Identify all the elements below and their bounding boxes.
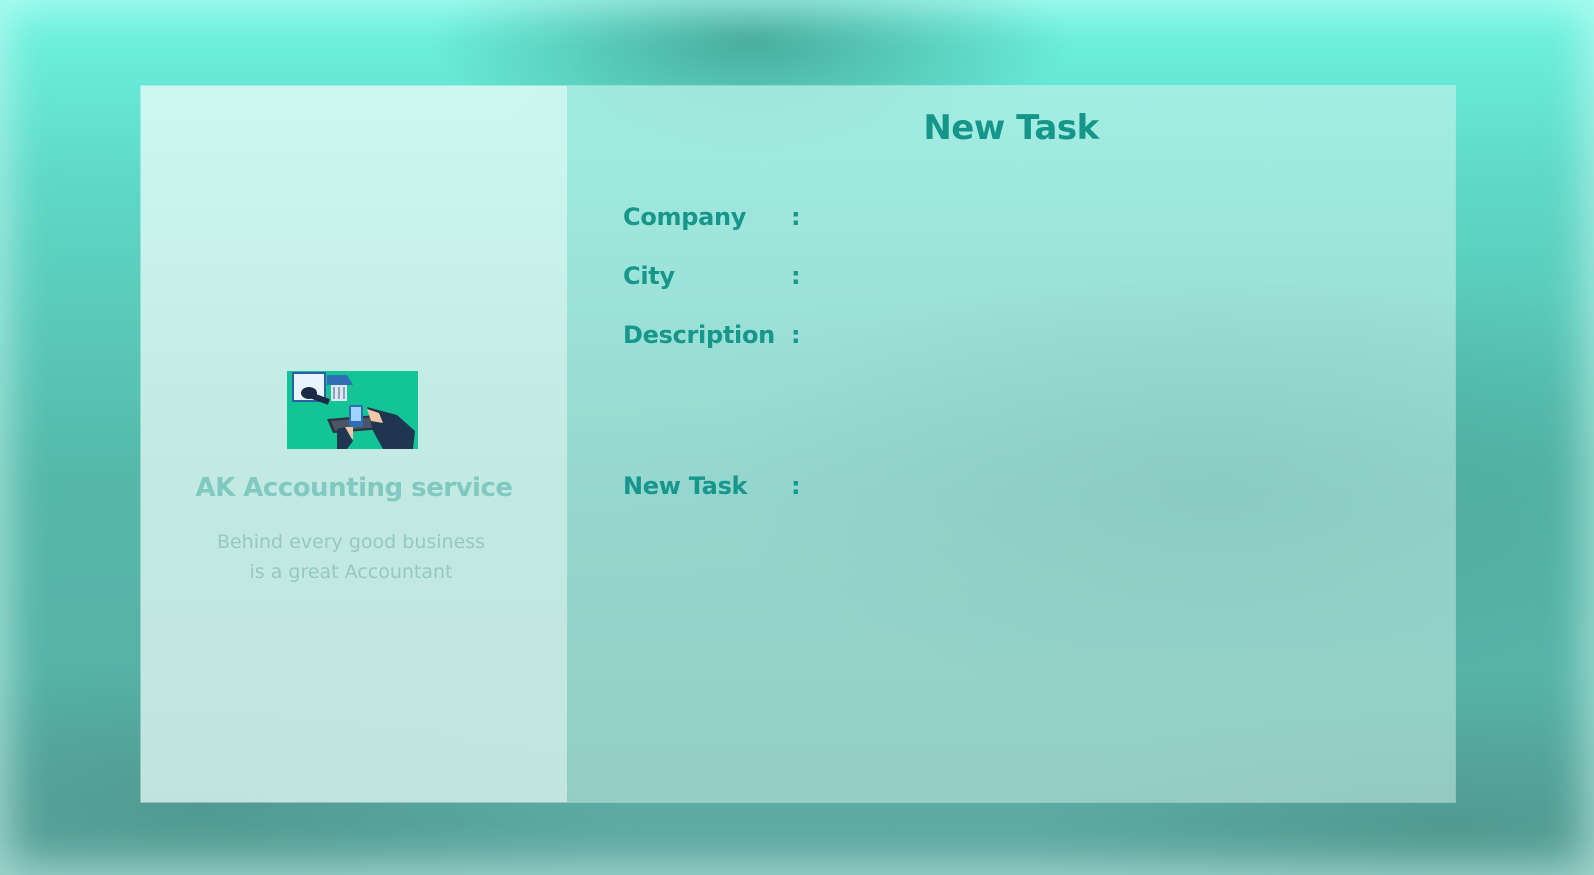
company-label: Company xyxy=(623,203,747,231)
description-row: Description : xyxy=(623,317,1375,353)
city-label: City xyxy=(623,262,675,290)
tagline-line-2: is a great Accountant xyxy=(249,561,453,583)
description-input[interactable] xyxy=(811,318,1375,352)
new-task-label: New Task xyxy=(623,472,748,500)
company-row: Company : xyxy=(623,199,1375,235)
company-colon: : xyxy=(791,203,801,231)
company-input[interactable] xyxy=(811,200,1375,234)
main-card: AK Accounting service Behind every good … xyxy=(140,85,1456,803)
new-task-row: New Task : xyxy=(623,468,1375,504)
new-task-input[interactable] xyxy=(811,469,1375,503)
accounting-illustration-icon xyxy=(287,371,418,449)
tagline-line-1: Behind every good business xyxy=(216,531,486,553)
brand-panel: AK Accounting service Behind every good … xyxy=(141,86,567,802)
form-title: New Task xyxy=(923,108,1099,148)
city-row: City : xyxy=(623,258,1375,294)
description-label: Description xyxy=(623,321,775,349)
city-input[interactable] xyxy=(811,259,1375,293)
description-colon: : xyxy=(791,321,801,349)
brand-name: AK Accounting service xyxy=(195,473,513,503)
form-panel: New Task Company : City : Description : … xyxy=(567,86,1455,802)
city-colon: : xyxy=(791,262,801,290)
new-task-colon: : xyxy=(791,472,801,500)
brand-tagline: Behind every good business is a great Ac… xyxy=(141,527,561,587)
